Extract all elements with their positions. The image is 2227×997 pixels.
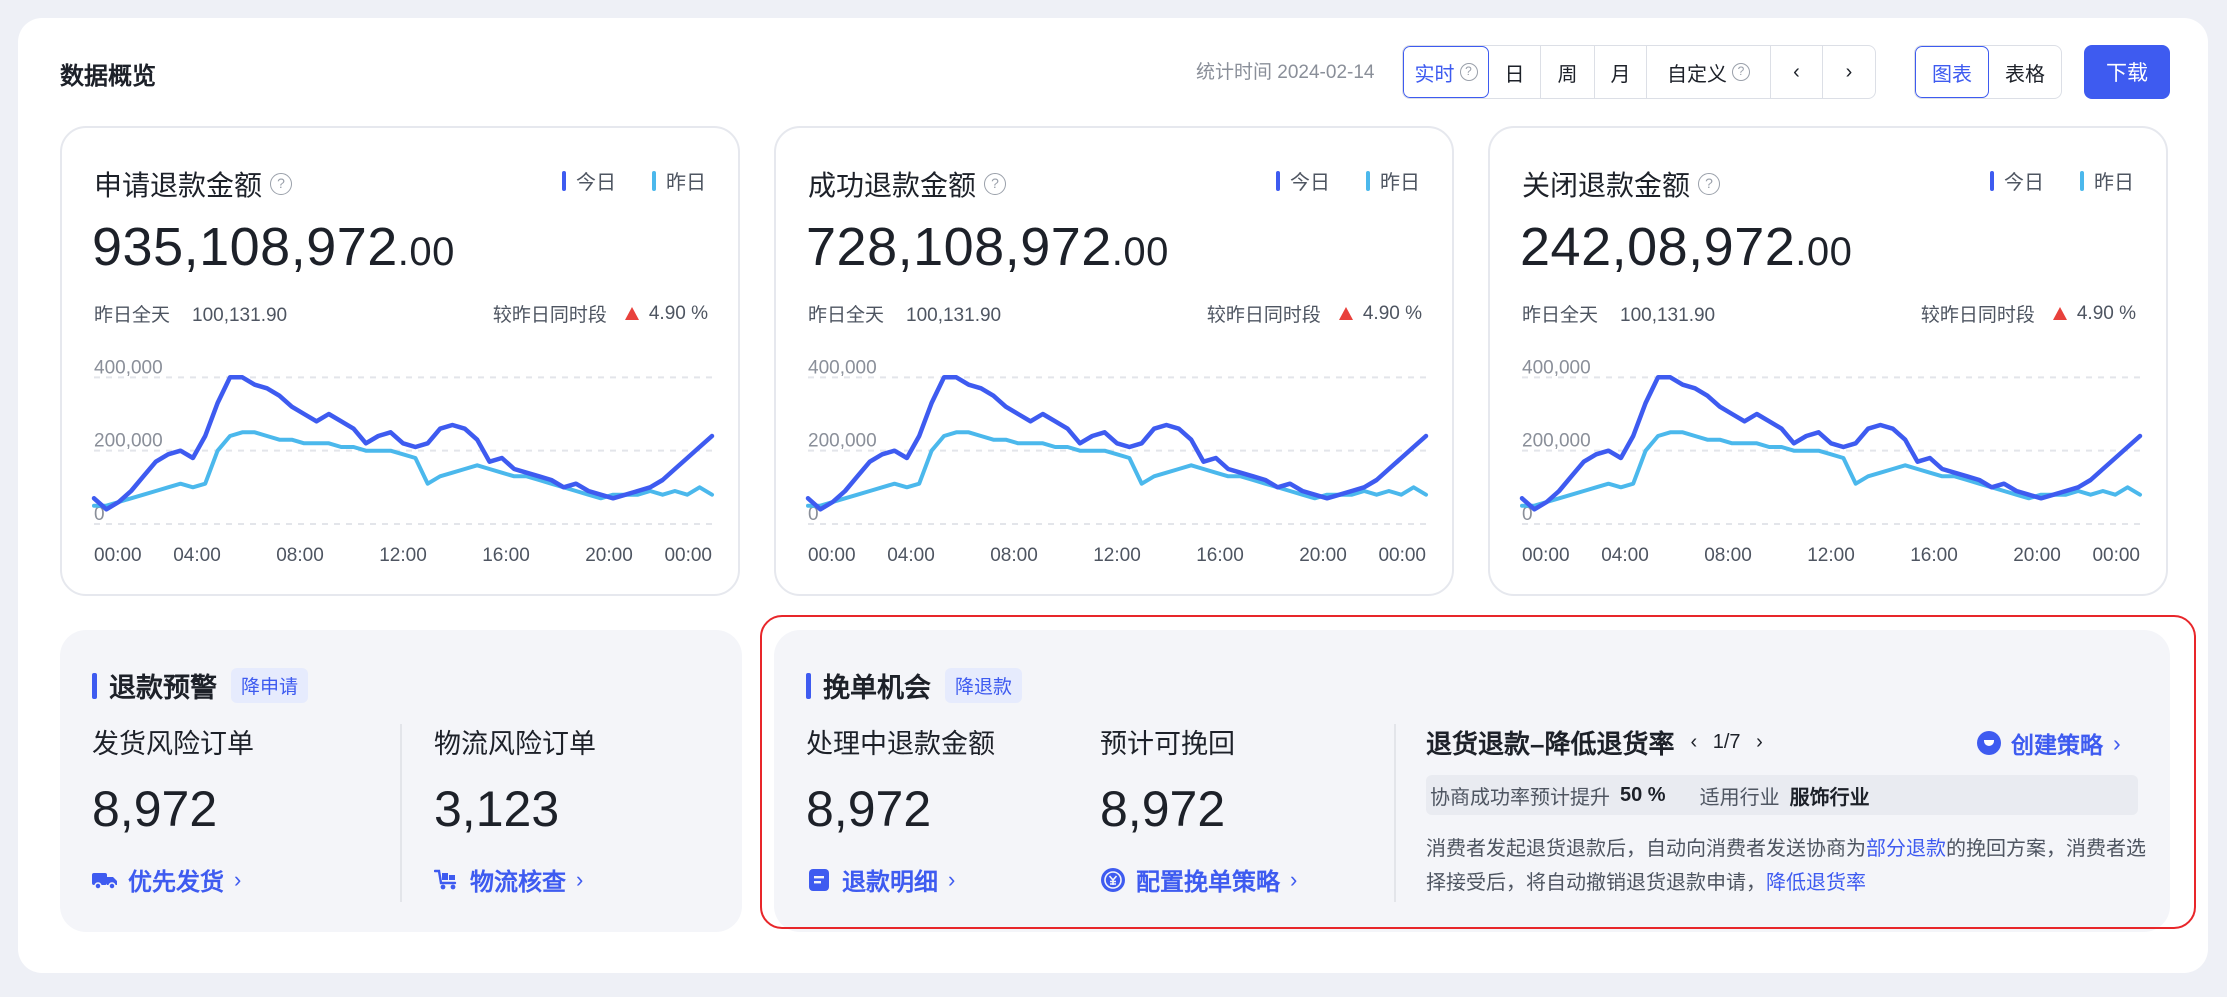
tab-chart[interactable]: 图表 [1915,46,1989,98]
y-tick-label: 200,000 [808,431,877,452]
refund-warning-panel: 退款预警 降申请 发货风险订单 8,972 优先发货 › 物流风险订单 3,123 … [60,630,742,932]
x-tick-label: 00:00 [1522,545,1570,566]
priority-ship-link[interactable]: 优先发货 › [92,862,241,897]
series-today-line [1519,375,2143,512]
x-tick-label: 16:00 [482,545,530,566]
y-tick-label: 200,000 [1522,431,1591,452]
x-tick-label: 12:00 [1807,545,1855,566]
x-tick-label: 00:00 [94,545,142,566]
section-title: 退款预警 降申请 [92,666,309,705]
series-today-line [91,375,715,512]
help-icon[interactable]: ? [1732,63,1750,81]
metric-card-closed: 关闭退款金额? 今日 昨日 242,08,972.00 昨日全天 100,131.… [1488,126,2168,596]
x-tick-label: 04:00 [1601,545,1649,566]
metric-card-apply: 申请退款金额? 今日 昨日 935,108,972.00 昨日全天 100,131… [60,126,740,596]
x-tick-label: 00:00 [2092,545,2140,566]
chevron-right-icon: › [234,866,242,892]
page-title: 数据概览 [60,63,156,90]
x-tick-label: 12:00 [379,545,427,566]
metric-label: 物流风险订单 [434,729,596,759]
logistics-check-link[interactable]: 物流核查 › [434,862,583,897]
help-icon[interactable]: ? [1459,63,1478,81]
download-button[interactable]: 下载 [2084,45,2170,99]
next-period-button[interactable]: › [1823,46,1875,98]
chevron-left-icon: ‹ [1793,60,1800,83]
tab-week[interactable]: 周 [1541,46,1595,98]
x-tick-label: 20:00 [1299,545,1347,566]
highlight-frame [760,615,2196,929]
tab-day[interactable]: 日 [1489,46,1541,98]
y-tick-label: 400,000 [94,357,163,378]
y-tick-label: 400,000 [1522,357,1591,378]
x-tick-label: 16:00 [1910,545,1958,566]
trend-chart: 400,000200,000000:00 04:00 08:00 12:00 16:00… [805,357,1429,566]
view-toggle: 图表 表格 [1914,45,2062,99]
trend-chart: 400,000200,000000:00 04:00 08:00 12:00 16:00… [91,357,715,566]
x-tick-label: 16:00 [1196,545,1244,566]
x-tick-label: 20:00 [585,545,633,566]
y-tick-label: 200,000 [94,431,163,452]
divider [400,724,402,902]
chevron-right-icon: › [576,866,584,892]
cart-icon [434,867,460,893]
tab-month[interactable]: 月 [1595,46,1647,98]
metric-value: 3,123 [434,781,560,837]
x-tick-label: 20:00 [2013,545,2061,566]
section-marker [92,672,97,699]
x-tick-label: 00:00 [1378,545,1426,566]
x-tick-label: 04:00 [887,545,935,566]
tab-table[interactable]: 表格 [1989,46,2061,98]
tab-realtime[interactable]: 实时? [1403,46,1489,98]
metric-label: 发货风险订单 [92,729,254,759]
metric-value: 8,972 [92,781,218,837]
x-tick-label: 08:00 [276,545,324,566]
trend-chart: 400,000200,000000:00 04:00 08:00 12:00 16:00… [1519,357,2143,566]
tag-badge: 降申请 [231,668,309,703]
x-tick-label: 12:00 [1093,545,1141,566]
x-tick-label: 04:00 [173,545,221,566]
y-tick-label: 400,000 [808,357,877,378]
stat-time: 统计时间 2024-02-14 [1196,62,1375,83]
truck-icon [92,867,118,893]
prev-period-button[interactable]: ‹ [1771,46,1823,98]
x-tick-label: 08:00 [990,545,1038,566]
tab-custom[interactable]: 自定义? [1647,46,1771,98]
x-tick-label: 00:00 [808,545,856,566]
series-today-line [805,375,1429,512]
metric-card-success: 成功退款金额? 今日 昨日 728,108,972.00 昨日全天 100,131… [774,126,1454,596]
x-tick-label: 00:00 [664,545,712,566]
chevron-right-icon: › [1845,60,1853,83]
x-tick-label: 08:00 [1704,545,1752,566]
time-range-tabs: 实时? 日 周 月 自定义? ‹ › [1402,45,1876,99]
